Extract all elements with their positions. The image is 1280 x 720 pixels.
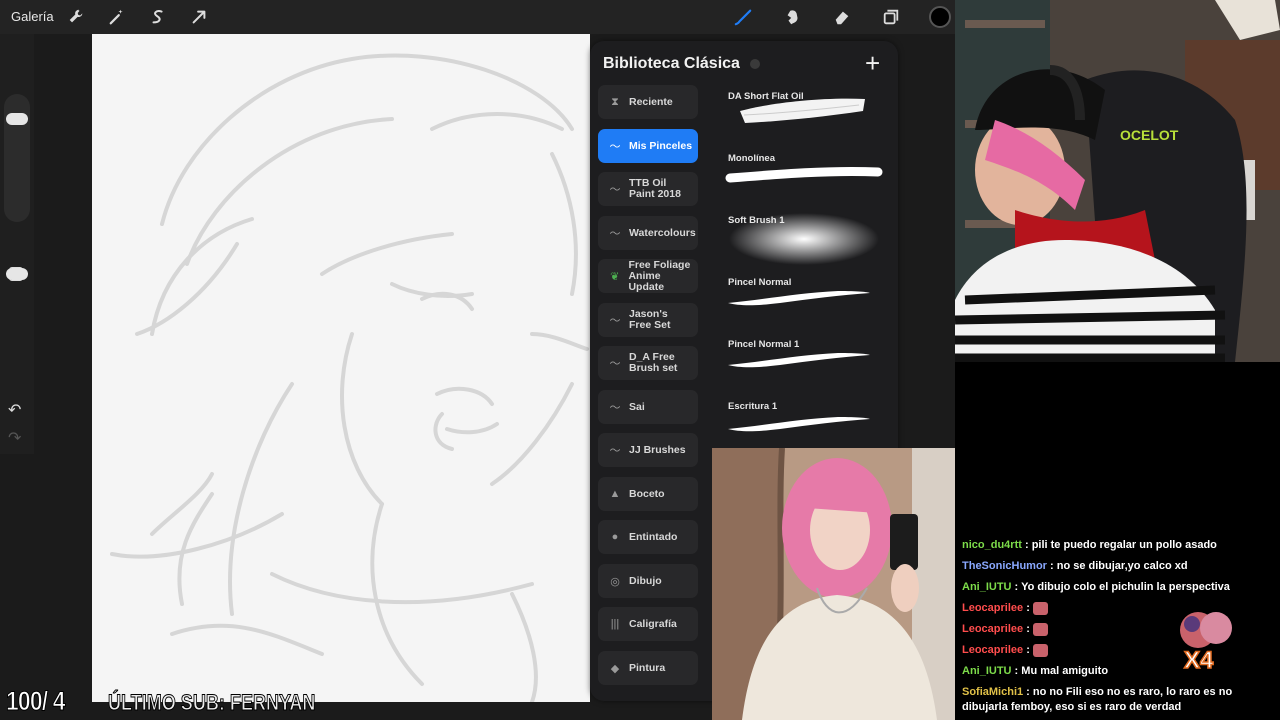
library-title: Biblioteca Clásica	[603, 55, 740, 72]
emote-icon	[1032, 622, 1048, 636]
calligraphy-icon: |||	[610, 618, 620, 630]
brush-stroke-icon: 〜	[609, 315, 621, 327]
set-boceto[interactable]: ▲ Boceto	[598, 477, 698, 511]
chat-message: TheSonicHumor : no se dibujar,yo calco x…	[962, 560, 1188, 572]
brush-preview-monolinea[interactable]	[724, 156, 884, 196]
set-label: TTB Oil Paint 2018	[629, 177, 681, 200]
chat-username[interactable]: Leocaprilee	[962, 644, 1023, 656]
brush-stroke-icon: 〜	[609, 141, 621, 153]
reference-photo	[712, 448, 955, 720]
chat-username[interactable]: Ani_IUTU	[962, 665, 1012, 677]
last-subscriber: ÚLTIMO SUB: FERNYAN	[108, 690, 316, 716]
set-label: Sai	[629, 400, 645, 413]
brush-preview-escritura[interactable]	[724, 405, 884, 445]
undo-icon[interactable]: ↶	[8, 400, 21, 420]
chat-text: Yo dibujo colo el pichulin la perspectiv…	[1021, 581, 1230, 593]
left-sidebar: ↶ ↷	[0, 34, 34, 454]
brush-stroke-icon: 〜	[609, 184, 621, 196]
smudge-icon[interactable]	[783, 7, 803, 27]
set-label: Mis Pinceles	[629, 139, 693, 152]
eraser-icon[interactable]	[832, 7, 852, 27]
opacity-slider-knob[interactable]	[6, 268, 28, 280]
emote-icon	[1032, 601, 1048, 615]
plus-icon[interactable]: +	[865, 50, 880, 76]
gallery-button[interactable]: Galería	[11, 9, 54, 24]
set-label: Pintura	[629, 661, 666, 674]
emote-icon	[1032, 643, 1048, 657]
pencil-tip-icon: ▲	[609, 488, 621, 500]
brush-preview-pincel-normal[interactable]	[724, 281, 884, 321]
set-label: Caligrafía	[629, 617, 677, 630]
set-label: Jason's Free Set	[629, 308, 671, 331]
set-label: JJ Brushes	[629, 443, 686, 456]
set-label: Free Foliage Anime Update	[628, 258, 691, 293]
set-caligrafia[interactable]: ||| Caligrafía	[598, 607, 698, 641]
brush-stroke-icon: 〜	[609, 402, 621, 414]
set-ttb-oil[interactable]: 〜 TTB Oil Paint 2018	[598, 172, 698, 206]
chat-username[interactable]: Ani_IUTU	[962, 581, 1012, 593]
svg-text:OCELOT: OCELOT	[1120, 127, 1179, 143]
set-jasons-free[interactable]: 〜 Jason's Free Set	[598, 303, 698, 337]
brush-size-slider[interactable]	[4, 94, 30, 222]
chat-username[interactable]: Leocaprilee	[962, 602, 1023, 614]
brush-stroke-icon: 〜	[609, 445, 621, 457]
webcam-feed: OCELOT	[955, 0, 1280, 362]
hourglass-icon: ⧗	[611, 95, 619, 108]
brush-preview-pincel-normal-1[interactable]	[724, 343, 884, 383]
set-pintura[interactable]: ◆ Pintura	[598, 651, 698, 685]
redo-icon[interactable]: ↷	[8, 428, 21, 448]
set-mis-pinceles[interactable]: 〜 Mis Pinceles	[598, 129, 698, 163]
chat-message: nico_du4rtt : pili te puedo regalar un p…	[962, 539, 1217, 551]
set-dibujo[interactable]: ◎ Dibujo	[598, 564, 698, 598]
chat-text: Mu mal amiguito	[1021, 665, 1109, 677]
set-entintado[interactable]: ● Entintado	[598, 520, 698, 554]
chat-username[interactable]: nico_du4rtt	[962, 539, 1022, 551]
set-free-foliage[interactable]: ❦ Free Foliage Anime Update	[598, 259, 698, 293]
brush-preview-soft-brush[interactable]	[724, 209, 884, 269]
set-label: Dibujo	[629, 574, 662, 587]
set-sai[interactable]: 〜 Sai	[598, 390, 698, 424]
set-label: Reciente	[629, 95, 673, 108]
paint-icon: ◆	[610, 662, 620, 675]
set-reciente[interactable]: ⧗ Reciente	[598, 85, 698, 119]
slider-knob[interactable]	[6, 113, 28, 125]
goal-counter: 100/ 4	[6, 686, 66, 717]
color-swatch-icon[interactable]	[929, 6, 951, 28]
set-da-free[interactable]: 〜 D_A Free Brush set	[598, 346, 698, 380]
chat-text: pili te puedo regalar un pollo asado	[1031, 539, 1217, 551]
ink-drop-icon: ●	[611, 531, 619, 543]
set-watercolours[interactable]: 〜 Watercolours	[598, 216, 698, 250]
selection-icon[interactable]	[148, 7, 168, 27]
layers-icon[interactable]	[881, 7, 901, 27]
sketch-drawing	[110, 53, 589, 702]
brush-icon[interactable]	[733, 7, 753, 27]
set-jj-brushes[interactable]: 〜 JJ Brushes	[598, 433, 698, 467]
set-label: Watercolours	[629, 226, 696, 239]
brush-stroke-icon: 〜	[609, 228, 621, 240]
emote-sticker: X4	[1180, 612, 1232, 671]
chat-username[interactable]: Leocaprilee	[962, 623, 1023, 635]
set-label: Entintado	[629, 530, 678, 543]
magic-wand-icon[interactable]	[107, 7, 127, 27]
library-info-icon[interactable]	[750, 59, 760, 69]
spiral-icon: ◎	[610, 575, 620, 588]
drawing-canvas[interactable]	[92, 34, 590, 702]
sticker-multiplier: X4	[1184, 647, 1214, 671]
brush-stroke-icon: 〜	[609, 358, 621, 370]
set-label: Boceto	[629, 487, 665, 500]
brush-preview-flat-oil[interactable]	[724, 93, 884, 133]
chat-username[interactable]: SofiaMichi1	[962, 686, 1023, 698]
chat-username[interactable]: TheSonicHumor	[962, 560, 1047, 572]
wrench-icon[interactable]	[66, 7, 86, 27]
chat-text: no se dibujar,yo calco xd	[1056, 560, 1188, 572]
procreate-toolbar: Galería	[0, 0, 955, 34]
chat-message: SofiaMichi1 : no no Fili eso no es raro,…	[962, 686, 1233, 713]
chat-message: Ani_IUTU : Yo dibujo colo el pichulin la…	[962, 581, 1230, 593]
leaf-icon: ❦	[610, 270, 620, 283]
set-label: D_A Free Brush set	[629, 351, 678, 374]
transform-arrow-icon[interactable]	[189, 7, 209, 27]
